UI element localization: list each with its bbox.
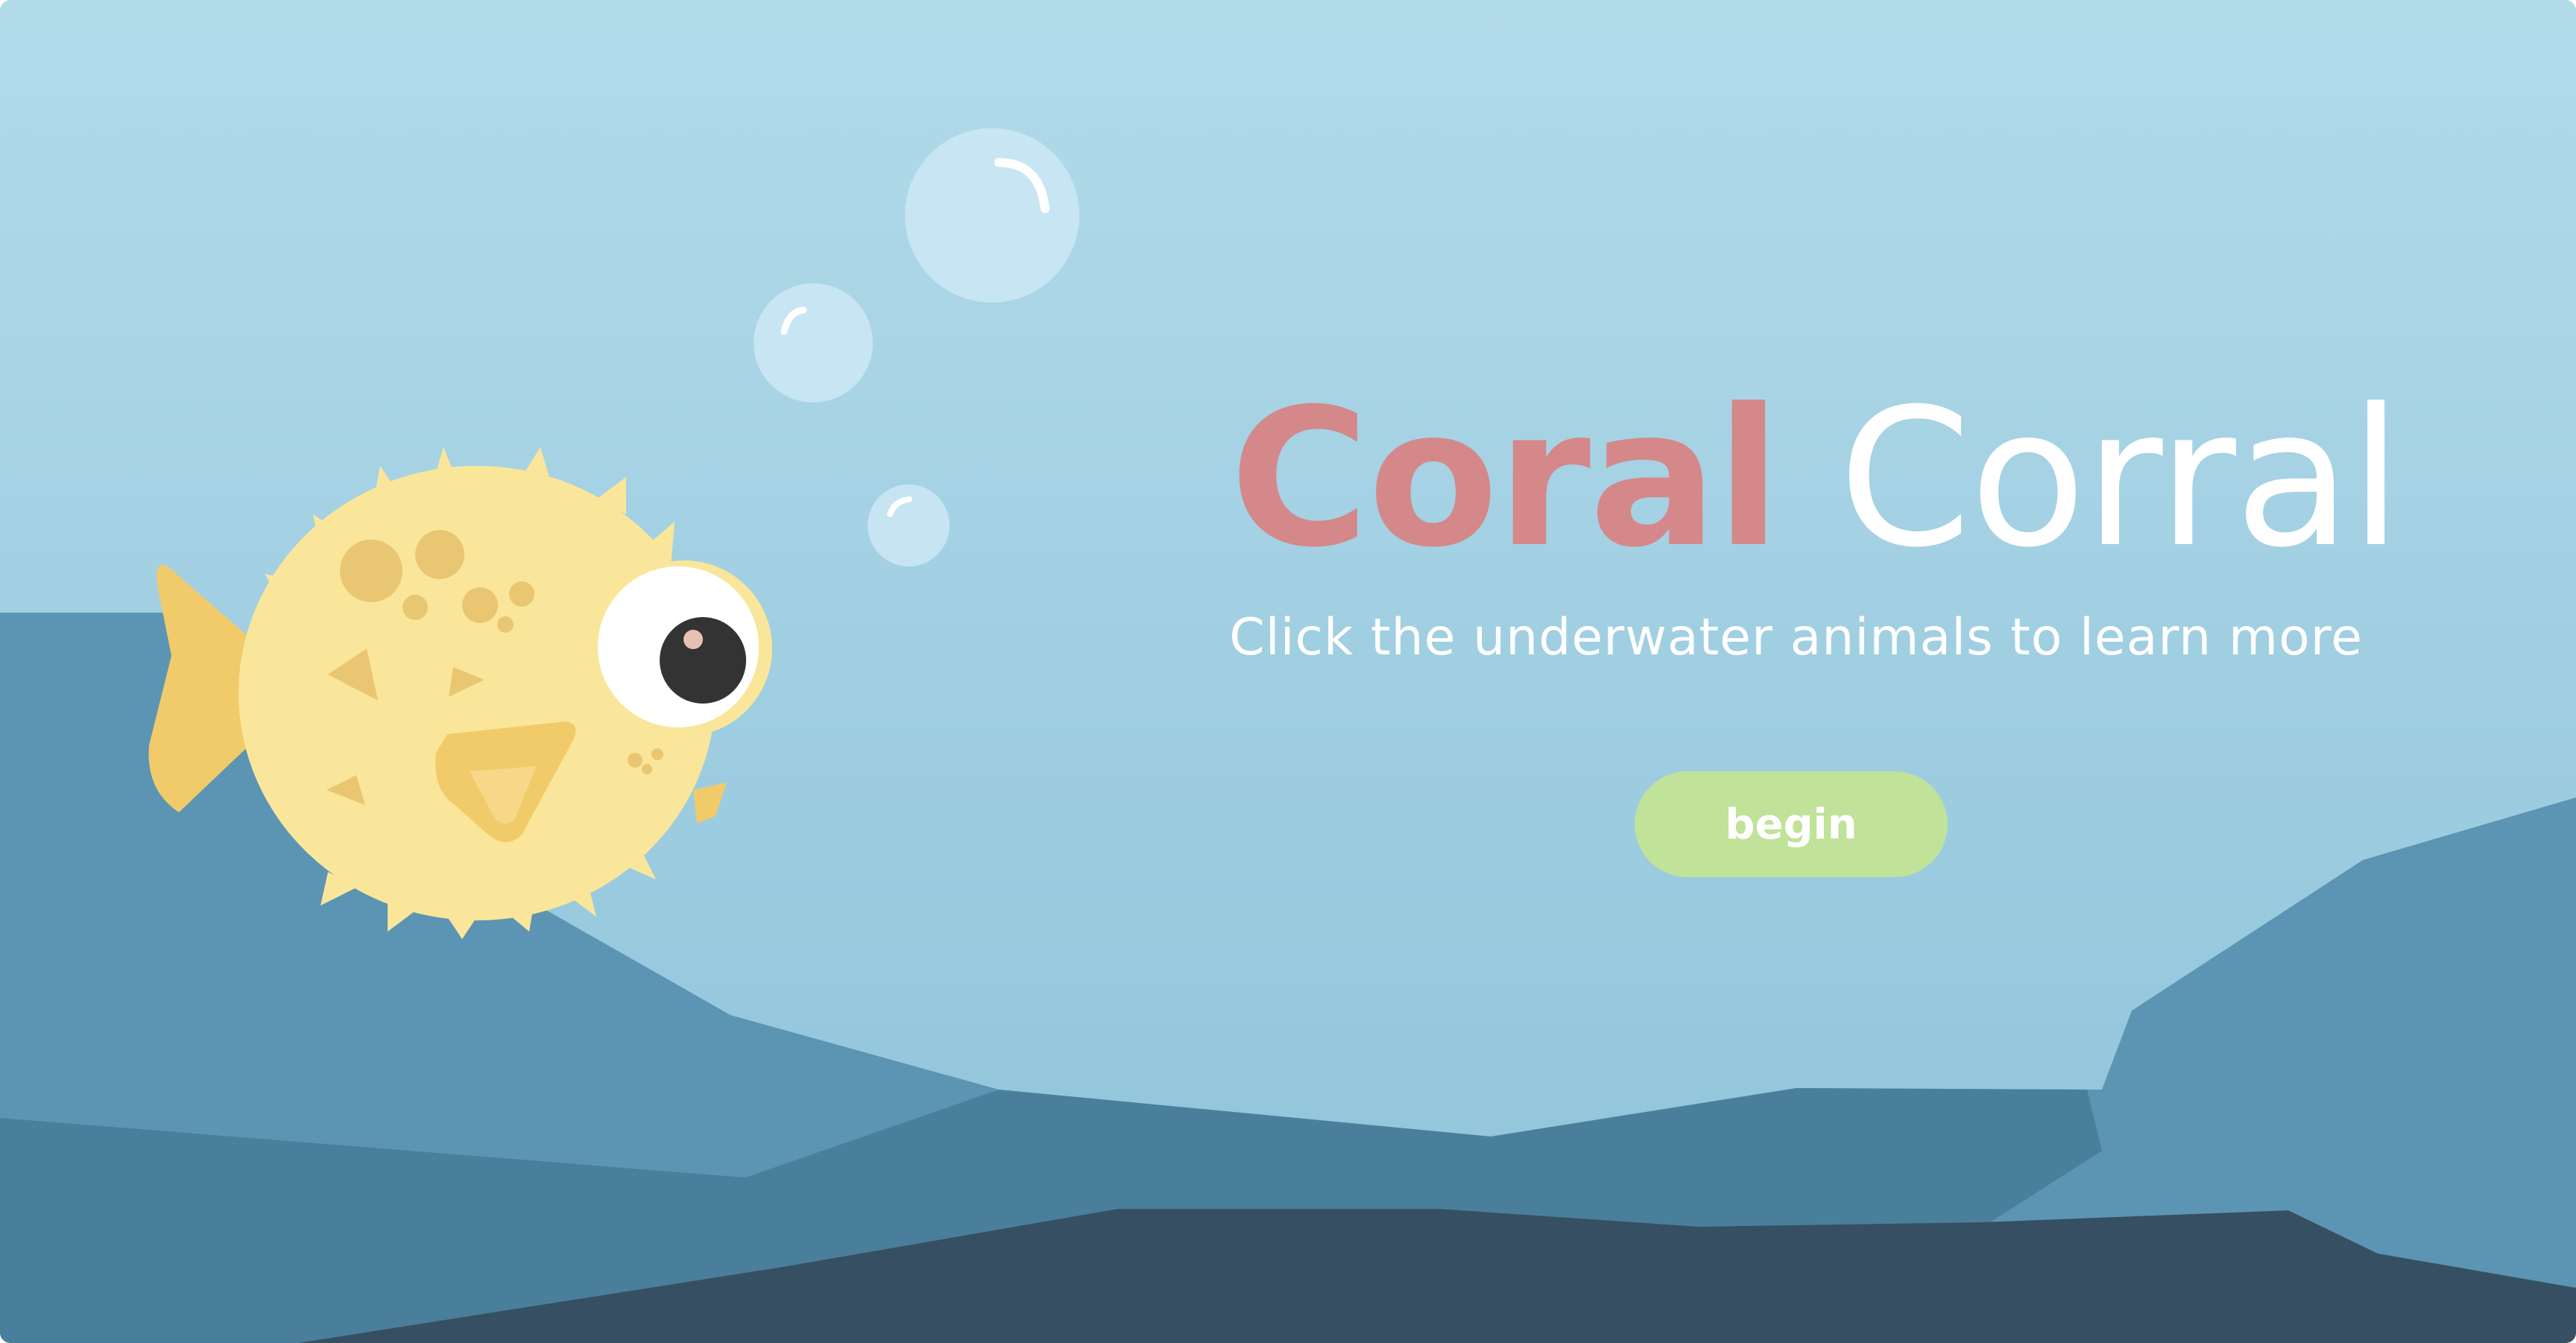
begin-button[interactable]: begin — [1635, 771, 1948, 877]
bubble-icon — [905, 128, 1079, 303]
subtitle-instructions: Click the underwater animals to learn mo… — [1229, 608, 2363, 667]
app-window: Coral Corral Click the underwater animal… — [0, 0, 2576, 1343]
bubble-icon — [754, 283, 873, 402]
ocean-scene — [0, 0, 2576, 1343]
bubble-icon — [868, 484, 950, 566]
title-accent-word: Coral — [1230, 368, 1781, 590]
page-title: Coral Corral — [1230, 384, 2402, 574]
title-light-word: Corral — [1838, 368, 2402, 590]
